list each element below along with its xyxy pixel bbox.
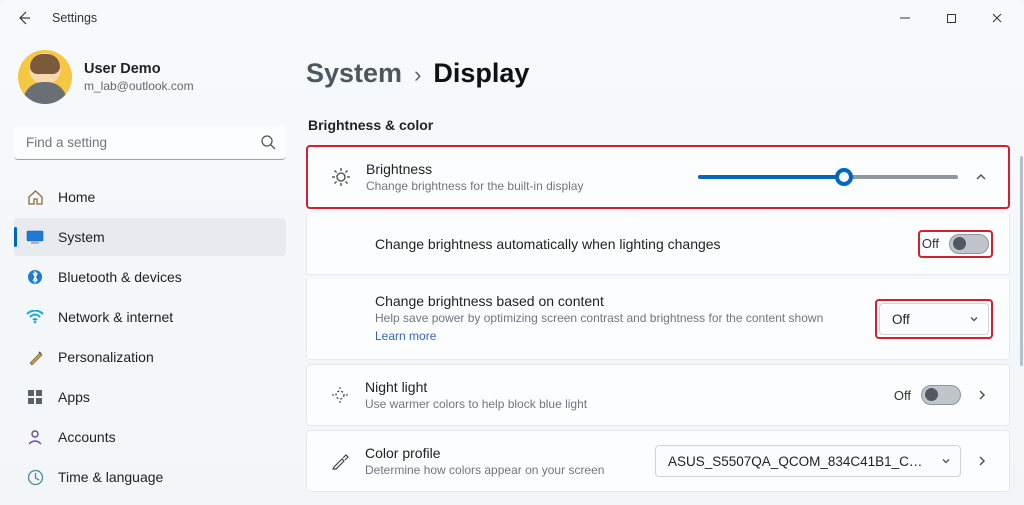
- maximize-button[interactable]: [928, 0, 974, 36]
- sidebar-item-label: Apps: [58, 389, 90, 405]
- back-button[interactable]: [10, 4, 38, 32]
- content-brightness-value: Off: [892, 312, 910, 327]
- color-profile-dropdown[interactable]: ASUS_S5507QA_QCOM_834C41B1_CMDEF: [655, 445, 961, 477]
- maximize-icon: [946, 13, 957, 24]
- sidebar-item-label: System: [58, 229, 105, 245]
- chevron-up-icon: [974, 170, 988, 184]
- night-light-row[interactable]: Night light Use warmer colors to help bl…: [306, 364, 1010, 426]
- breadcrumb-parent[interactable]: System: [306, 58, 402, 89]
- paintbrush-icon: [26, 348, 44, 366]
- bluetooth-icon: [26, 268, 44, 286]
- search-icon: [260, 134, 276, 155]
- eyedropper-icon: [325, 451, 355, 471]
- settings-window: Settings User Demo m_lab@outlook.com: [0, 0, 1024, 505]
- night-light-title: Night light: [365, 379, 894, 395]
- sidebar: User Demo m_lab@outlook.com Home System: [0, 36, 300, 505]
- night-light-state: Off: [894, 388, 911, 403]
- titlebar: Settings: [0, 0, 1024, 36]
- brightness-row[interactable]: Brightness Change brightness for the bui…: [306, 145, 1010, 209]
- night-light-expand[interactable]: [971, 388, 993, 402]
- brightness-slider[interactable]: [698, 166, 958, 188]
- sidebar-item-label: Network & internet: [58, 309, 173, 325]
- clock-globe-icon: [26, 468, 44, 486]
- brightness-icon: [326, 167, 356, 187]
- chevron-down-icon: [968, 313, 980, 325]
- collapse-button[interactable]: [970, 170, 992, 184]
- chevron-down-icon: [940, 455, 952, 467]
- main-panel: System › Display Brightness & color Brig…: [300, 36, 1024, 505]
- sidebar-item-time-language[interactable]: Time & language: [14, 458, 286, 496]
- sidebar-item-bluetooth[interactable]: Bluetooth & devices: [14, 258, 286, 296]
- sidebar-item-label: Personalization: [58, 349, 154, 365]
- minimize-icon: [899, 12, 911, 24]
- sidebar-item-label: Accounts: [58, 429, 116, 445]
- close-button[interactable]: [974, 0, 1020, 36]
- user-name: User Demo: [84, 61, 194, 77]
- scrollbar[interactable]: [1020, 156, 1023, 366]
- content-brightness-dropdown[interactable]: Off: [879, 303, 989, 335]
- color-profile-expand[interactable]: [971, 454, 993, 468]
- content-brightness-subtitle: Help save power by optimizing screen con…: [375, 311, 875, 325]
- chevron-right-icon: ›: [414, 62, 421, 88]
- close-icon: [991, 12, 1003, 24]
- night-light-icon: [325, 385, 355, 405]
- learn-more-link[interactable]: Learn more: [375, 329, 436, 343]
- brightness-subtitle: Change brightness for the built-in displ…: [366, 179, 698, 193]
- minimize-button[interactable]: [882, 0, 928, 36]
- apps-icon: [26, 388, 44, 406]
- user-email: m_lab@outlook.com: [84, 79, 194, 93]
- sidebar-item-home[interactable]: Home: [14, 178, 286, 216]
- search-input[interactable]: [14, 126, 286, 160]
- color-profile-row[interactable]: Color profile Determine how colors appea…: [306, 430, 1010, 492]
- sidebar-item-system[interactable]: System: [14, 218, 286, 256]
- auto-brightness-title: Change brightness automatically when lig…: [375, 236, 918, 252]
- breadcrumb: System › Display: [306, 58, 1010, 89]
- night-light-toggle[interactable]: [921, 385, 961, 405]
- content-brightness-row: Change brightness based on content Help …: [306, 279, 1010, 360]
- color-profile-title: Color profile: [365, 445, 655, 461]
- color-profile-subtitle: Determine how colors appear on your scre…: [365, 463, 655, 477]
- sidebar-item-network[interactable]: Network & internet: [14, 298, 286, 336]
- auto-brightness-state: Off: [922, 236, 939, 251]
- auto-brightness-row: Change brightness automatically when lig…: [306, 213, 1010, 275]
- profile-block[interactable]: User Demo m_lab@outlook.com: [14, 46, 286, 122]
- content-brightness-title: Change brightness based on content: [375, 293, 875, 309]
- sidebar-item-accounts[interactable]: Accounts: [14, 418, 286, 456]
- window-title: Settings: [52, 11, 97, 25]
- color-profile-value: ASUS_S5507QA_QCOM_834C41B1_CMDEF: [668, 454, 928, 469]
- wifi-icon: [26, 308, 44, 326]
- section-title: Brightness & color: [308, 117, 1010, 133]
- system-icon: [26, 228, 44, 246]
- chevron-right-icon: [975, 388, 989, 402]
- accounts-icon: [26, 428, 44, 446]
- avatar: [18, 50, 72, 104]
- auto-brightness-toggle[interactable]: [949, 234, 989, 254]
- nav-list: Home System Bluetooth & devices Network …: [14, 178, 286, 496]
- arrow-left-icon: [16, 10, 32, 26]
- sidebar-item-label: Bluetooth & devices: [58, 269, 182, 285]
- sidebar-item-personalization[interactable]: Personalization: [14, 338, 286, 376]
- sidebar-item-label: Home: [58, 189, 95, 205]
- home-icon: [26, 188, 44, 206]
- search-box[interactable]: [14, 126, 286, 160]
- sidebar-item-apps[interactable]: Apps: [14, 378, 286, 416]
- brightness-title: Brightness: [366, 161, 698, 177]
- breadcrumb-current: Display: [433, 58, 529, 89]
- chevron-right-icon: [975, 454, 989, 468]
- sidebar-item-label: Time & language: [58, 469, 163, 485]
- night-light-subtitle: Use warmer colors to help block blue lig…: [365, 397, 894, 411]
